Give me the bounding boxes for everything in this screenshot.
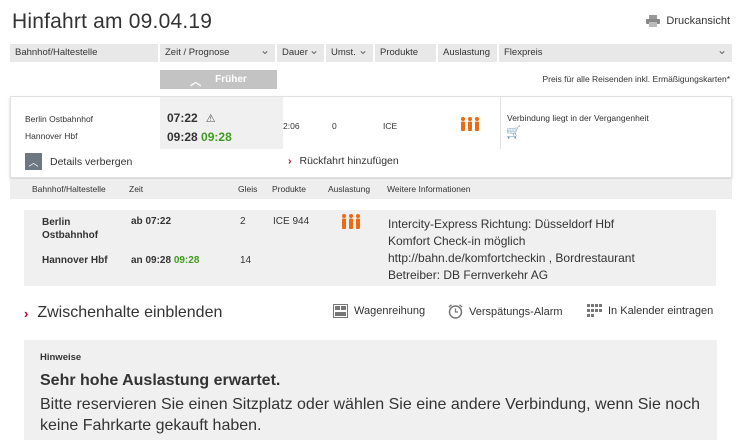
detail-departure: ab 07:22 <box>131 216 172 227</box>
arrival-realtime: 09:28 <box>201 130 232 144</box>
detail-info: Intercity-Express Richtung: Düsseldorf H… <box>388 216 635 284</box>
from-station: Berlin Ostbahnhof <box>25 114 94 124</box>
col-time-sort[interactable]: Zeit / Prognose <box>160 41 275 62</box>
connection-stations: Berlin Ostbahnhof Hannover Hbf <box>25 111 93 145</box>
delay-alarm-link[interactable]: Verspätungs-Alarm <box>448 304 563 319</box>
detail-arrival-realtime: 09:28 <box>173 255 200 266</box>
col-duration-sort[interactable]: Dauer <box>277 41 324 62</box>
detail-col-track: Gleis <box>238 184 258 194</box>
col-flexprice[interactable]: Flexpreis <box>499 41 732 62</box>
print-view-label: Druckansicht <box>666 15 730 27</box>
detail-departure-track: 2 <box>240 216 246 227</box>
info-line: Komfort Check-in möglich <box>388 234 526 248</box>
connection-card[interactable]: Berlin Ostbahnhof Hannover Hbf 07:22 ⚠ 09… <box>10 96 732 178</box>
detail-product: ICE 944 <box>273 216 310 227</box>
flexprice-info: Verbindung liegt in der Vergangenheit <box>507 113 649 123</box>
chevron-right-icon: › <box>288 155 292 167</box>
detail-col-time: Zeit <box>129 184 144 194</box>
occupancy-icon <box>341 214 361 234</box>
duration-value: 2:06 <box>283 121 300 131</box>
departure-time: 07:22 <box>167 111 198 125</box>
calendar-icon <box>587 304 602 317</box>
delay-alarm-label: Verspätungs-Alarm <box>469 305 563 318</box>
detail-to-station: Hannover Hbf <box>42 255 108 266</box>
page-title: Hinfahrt am 09.04.19 <box>12 10 213 33</box>
earlier-button[interactable]: ︿ Früher <box>160 70 277 89</box>
notice-title: Sehr hohe Auslastung erwartet. <box>40 372 281 389</box>
product-value: ICE <box>383 121 398 131</box>
detail-col-occupancy: Auslastung <box>328 184 371 194</box>
hide-details-button[interactable]: ︿ Details verbergen <box>25 153 132 170</box>
occupancy-icon <box>460 117 480 136</box>
intermediate-stops-label: Zwischenhalte einblenden <box>37 304 223 321</box>
detail-col-info: Weitere Informationen <box>387 184 471 194</box>
detail-arrival-track: 14 <box>240 255 252 266</box>
connection-times: 07:22 ⚠ 09:28 09:28 <box>167 109 232 146</box>
add-to-calendar-link[interactable]: In Kalender eintragen <box>587 304 713 318</box>
detail-col-station: Bahnhof/Haltestelle <box>32 184 106 194</box>
to-station: Hannover Hbf <box>25 131 78 141</box>
detail-column-header: Bahnhof/Haltestelle Zeit Gleis Produkte … <box>10 179 732 199</box>
notice-body: Bitte reservieren Sie einen Sitzplatz od… <box>40 396 700 434</box>
detail-from-station: Berlin Ostbahnhof <box>42 217 99 241</box>
show-intermediate-stops[interactable]: › Zwischenhalte einblenden <box>24 304 222 322</box>
col-occupancy: Auslastung <box>438 44 497 62</box>
notice-box: Hinweise Sehr hohe Auslastung erwartet. … <box>24 340 717 440</box>
print-view-link[interactable]: Druckansicht <box>646 15 730 27</box>
wagon-order-label: Wagenreihung <box>354 305 426 317</box>
warning-icon: ⚠ <box>205 113 216 125</box>
wagon-icon <box>333 304 348 318</box>
results-column-header: Bahnhof/Haltestelle Zeit / Prognose Daue… <box>10 41 732 62</box>
cart-icon: 🛒 <box>506 125 521 139</box>
add-return-trip-link[interactable]: › Rückfahrt hinzufügen <box>288 155 399 167</box>
wagon-order-link[interactable]: Wagenreihung <box>333 304 425 318</box>
info-line[interactable]: http://bahn.de/komfortcheckin , Bordrest… <box>388 250 635 267</box>
arrival-time: 09:28 <box>167 130 198 144</box>
detail-col-products: Produkte <box>272 184 307 194</box>
changes-value: 0 <box>332 121 337 131</box>
col-station: Bahnhof/Haltestelle <box>10 44 158 62</box>
col-changes-sort[interactable]: Umst. <box>326 41 373 62</box>
chevron-up-icon: ︿ <box>25 153 42 170</box>
info-line: Betreiber: DB Fernverkehr AG <box>388 268 549 282</box>
notice-heading: Hinweise <box>40 352 82 363</box>
chevron-up-icon: ︿ <box>190 75 202 88</box>
detail-arrival: an 09:28 09:28 <box>131 255 200 266</box>
journey-detail: Berlin Ostbahnhof Hannover Hbf ab 07:22 … <box>24 210 716 286</box>
price-note: Preis für alle Reisenden inkl. Ermäßigun… <box>542 74 730 84</box>
return-trip-label: Rückfahrt hinzufügen <box>299 155 399 167</box>
printer-icon <box>646 15 661 27</box>
chevron-right-icon: › <box>24 305 29 321</box>
earlier-label: Früher <box>215 74 247 85</box>
info-line: Intercity-Express Richtung: Düsseldorf H… <box>388 217 615 231</box>
hide-details-label: Details verbergen <box>50 155 133 168</box>
add-to-calendar-label: In Kalender eintragen <box>608 305 714 317</box>
alarm-clock-icon <box>448 304 463 319</box>
flexprice-cell <box>500 97 732 149</box>
col-products: Produkte <box>375 44 436 62</box>
